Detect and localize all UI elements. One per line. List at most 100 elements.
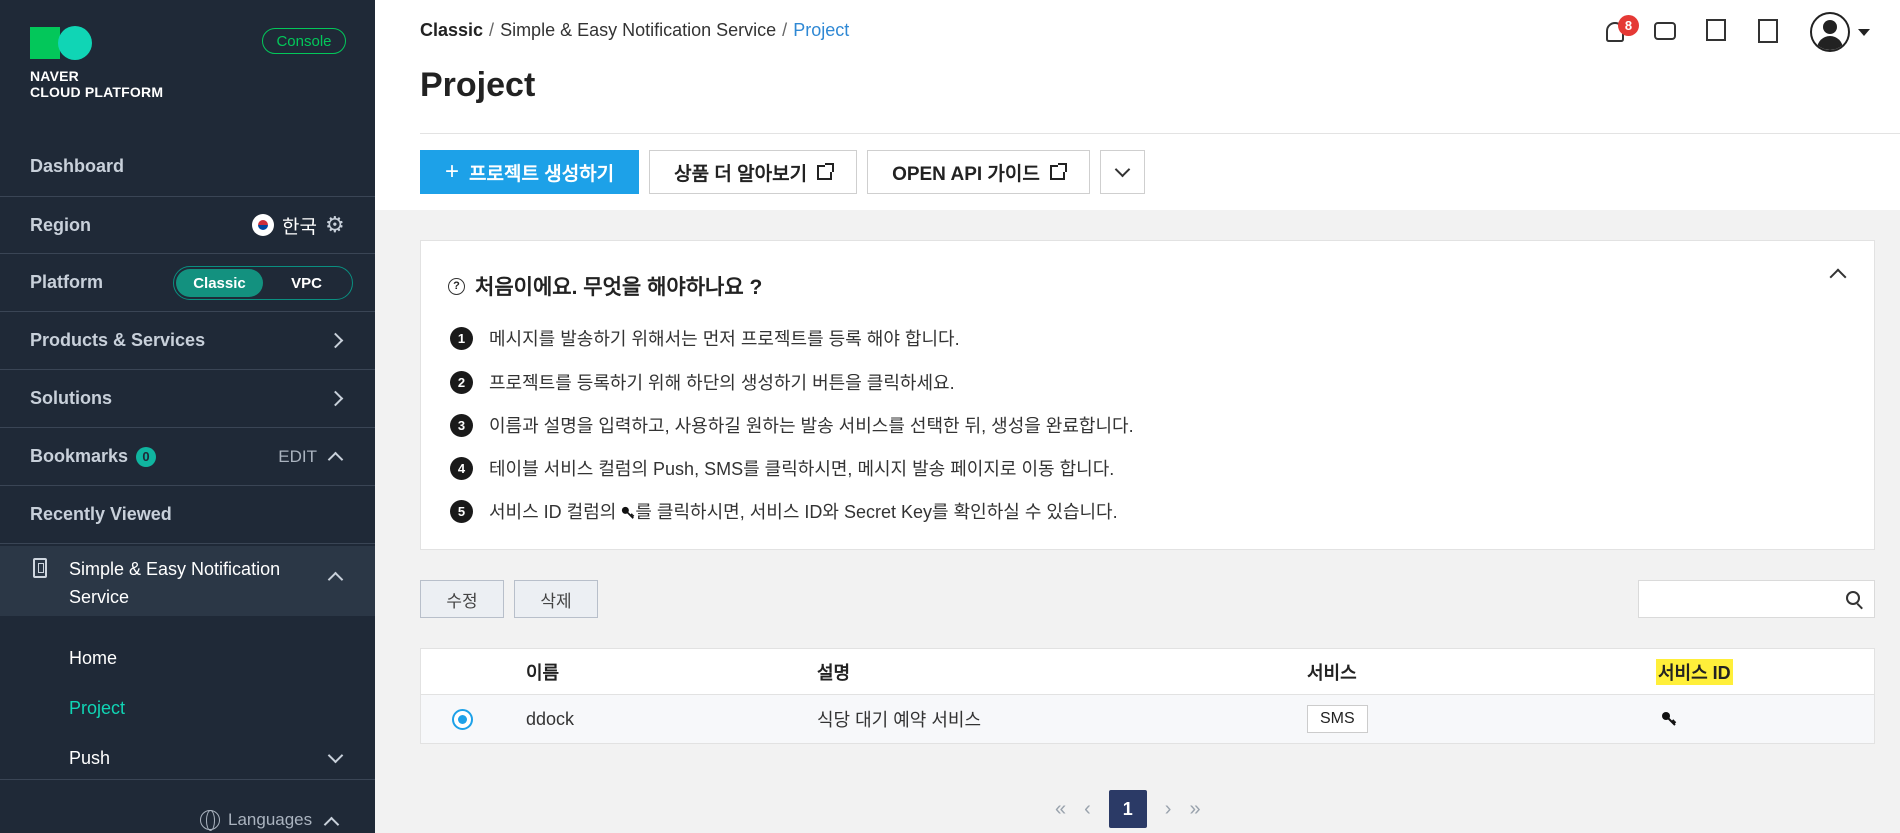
logo-mark-icon <box>30 26 163 60</box>
chevron-up-icon[interactable] <box>327 571 344 588</box>
question-icon: ? <box>448 277 465 295</box>
platform-option-classic[interactable]: Classic <box>176 269 263 297</box>
table-row[interactable]: ddock 식당 대기 예약 서비스 SMS <box>421 695 1874 743</box>
breadcrumb-item-service[interactable]: Simple & Easy Notification Service <box>500 20 776 41</box>
platform-option-vpc[interactable]: VPC <box>263 269 350 297</box>
breadcrumb-item-project[interactable]: Project <box>793 20 849 41</box>
chevron-up-icon <box>323 816 340 832</box>
key-icon[interactable] <box>1661 711 1677 727</box>
naver-cloud-logo[interactable]: NAVER CLOUD PLATFORM <box>30 26 163 100</box>
guide-step-2: 2 프로젝트를 등록하기 위해 하단의 생성하기 버튼을 클릭하세요. <box>450 369 955 395</box>
gear-icon[interactable]: ⚙ <box>325 214 345 236</box>
divider <box>420 133 1900 134</box>
guide-step-5: 5 서비스 ID 컬럼의 를 클릭하시면, 서비스 ID와 Secret Key… <box>450 498 1118 524</box>
next-page-icon[interactable]: › <box>1165 798 1172 821</box>
step-text: 테이블 서비스 컬럼의 Push, SMS를 클릭하시면, 메시지 발송 페이지… <box>489 459 1115 479</box>
chevron-up-icon[interactable] <box>1829 268 1847 286</box>
bookmarks-edit-button[interactable]: EDIT <box>278 447 317 467</box>
sidebar-item-platform: Platform Classic VPC <box>0 254 375 312</box>
learn-more-label: 상품 더 알아보기 <box>674 163 808 185</box>
getting-started-guide: ? 처음이에요. 무엇을 해야하나요 ? 1 메시지를 발송하기 위해서는 먼저… <box>420 240 1875 550</box>
sidebar-item-solutions[interactable]: Solutions <box>0 370 375 428</box>
bookmarks-count-badge: 0 <box>136 446 157 467</box>
step-text: 프로젝트를 등록하기 위해 하단의 생성하기 버튼을 클릭하세요. <box>489 373 955 393</box>
languages-button[interactable]: Languages <box>200 810 340 832</box>
step-text: 이름과 설명을 입력하고, 사용하길 원하는 발송 서비스를 선택한 뒤, 생성… <box>489 416 1134 436</box>
external-link-icon <box>817 162 835 180</box>
sidebar-subitem-push: Push <box>69 748 111 768</box>
external-link-icon <box>1049 162 1067 180</box>
cell-service-id <box>1656 695 1677 743</box>
plus-icon: + <box>445 158 460 185</box>
create-project-button[interactable]: + 프로젝트 생성하기 <box>420 150 640 194</box>
breadcrumb-separator: / <box>782 20 788 40</box>
prev-page-icon[interactable]: ‹ <box>1084 798 1091 821</box>
guide-step-4: 4 테이블 서비스 컬럼의 Push, SMS를 클릭하시면, 메시지 발송 페… <box>450 455 1114 481</box>
guide-title-text: 처음이에요. 무엇을 해야하나요 ? <box>475 276 763 299</box>
sidebar-item-region: Region 한국 ⚙ <box>0 196 375 254</box>
step5-text-after: 를 클릭하시면, 서비스 ID와 Secret Key를 확인하실 수 있습니다… <box>635 502 1118 522</box>
edit-button[interactable]: 수정 <box>420 580 504 618</box>
sidebar-item-dashboard[interactable]: Dashboard <box>0 140 375 192</box>
sidebar-item-label: Solutions <box>30 388 112 408</box>
region-label: Region <box>30 214 91 235</box>
platform-toggle[interactable]: Classic VPC <box>173 266 353 300</box>
region-selector[interactable]: 한국 ⚙ <box>252 212 345 239</box>
cell-description: 식당 대기 예약 서비스 <box>817 710 982 730</box>
chevron-down-icon <box>327 747 344 764</box>
chevron-down-icon <box>1114 161 1131 177</box>
memo-button[interactable] <box>1706 19 1732 45</box>
delete-button[interactable]: 삭제 <box>514 580 598 618</box>
table-actions: 수정 삭제 <box>420 580 598 618</box>
chat-button[interactable] <box>1654 19 1680 45</box>
toolbar: + 프로젝트 생성하기 상품 더 알아보기 OPEN API 가이드 <box>420 150 1145 194</box>
notification-button[interactable]: 8 <box>1602 15 1639 45</box>
key-icon <box>622 507 635 520</box>
breadcrumb-item-classic[interactable]: Classic <box>420 20 483 41</box>
platform-label: Platform <box>30 272 104 292</box>
chevron-right-icon <box>327 390 344 407</box>
api-guide-button[interactable]: OPEN API 가이드 <box>867 150 1090 194</box>
sidebar-item-label: Products & Services <box>30 330 206 350</box>
search-input[interactable] <box>1639 581 1829 617</box>
sidebar-subitem-push-row[interactable]: Push <box>0 740 375 780</box>
service-sms-button[interactable]: SMS <box>1307 705 1368 733</box>
avatar[interactable] <box>1810 12 1850 52</box>
chevron-up-icon[interactable] <box>327 451 344 468</box>
sidebar-item-bookmarks[interactable]: Bookmarks 0 EDIT <box>0 428 375 486</box>
region-value: 한국 <box>282 216 317 238</box>
info-button[interactable] <box>1758 19 1784 45</box>
row-select-radio[interactable] <box>452 709 473 730</box>
header-name[interactable]: 이름 <box>526 649 559 694</box>
sidebar-subitem-project[interactable]: Project <box>69 698 125 719</box>
page-title: Project <box>420 66 536 104</box>
header-service-id: 서비스 ID <box>1656 649 1733 694</box>
api-guide-label: OPEN API 가이드 <box>892 163 1040 185</box>
step-text: 메시지를 발송하기 위해서는 먼저 프로젝트를 등록 해야 합니다. <box>489 329 960 349</box>
header-description: 설명 <box>817 662 851 683</box>
learn-more-button[interactable]: 상품 더 알아보기 <box>649 150 858 194</box>
last-page-icon[interactable]: » <box>1189 798 1200 821</box>
step-number: 5 <box>450 499 473 523</box>
top-icons: 8 <box>1602 12 1870 52</box>
table-header: 이름 설명 서비스 서비스 ID <box>421 649 1874 695</box>
step-number: 1 <box>450 326 473 350</box>
console-button[interactable]: Console <box>262 28 346 54</box>
search-icon[interactable] <box>1846 591 1860 605</box>
step-number: 3 <box>450 413 473 437</box>
cell-name: ddock <box>526 708 575 729</box>
more-options-button[interactable] <box>1099 150 1145 194</box>
sidebar-item-recently-viewed[interactable]: Recently Viewed <box>0 486 375 544</box>
caret-down-icon[interactable] <box>1858 28 1870 36</box>
step-text: 서비스 ID 컬럼의 를 클릭하시면, 서비스 ID와 Secret Key를 … <box>489 498 1118 524</box>
pagination: « ‹ 1 › » <box>1055 790 1201 828</box>
notification-count-badge: 8 <box>1618 15 1639 36</box>
sidebar-item-products[interactable]: Products & Services <box>0 312 375 370</box>
first-page-icon[interactable]: « <box>1055 798 1066 821</box>
chevron-right-icon <box>327 332 344 349</box>
step5-text-before: 서비스 ID 컬럼의 <box>489 502 622 522</box>
sidebar-service-senseservice[interactable]: Simple & Easy Notification Service <box>0 546 375 616</box>
globe-icon <box>200 810 220 831</box>
page-current[interactable]: 1 <box>1108 790 1147 828</box>
sidebar-subitem-home[interactable]: Home <box>69 648 117 669</box>
